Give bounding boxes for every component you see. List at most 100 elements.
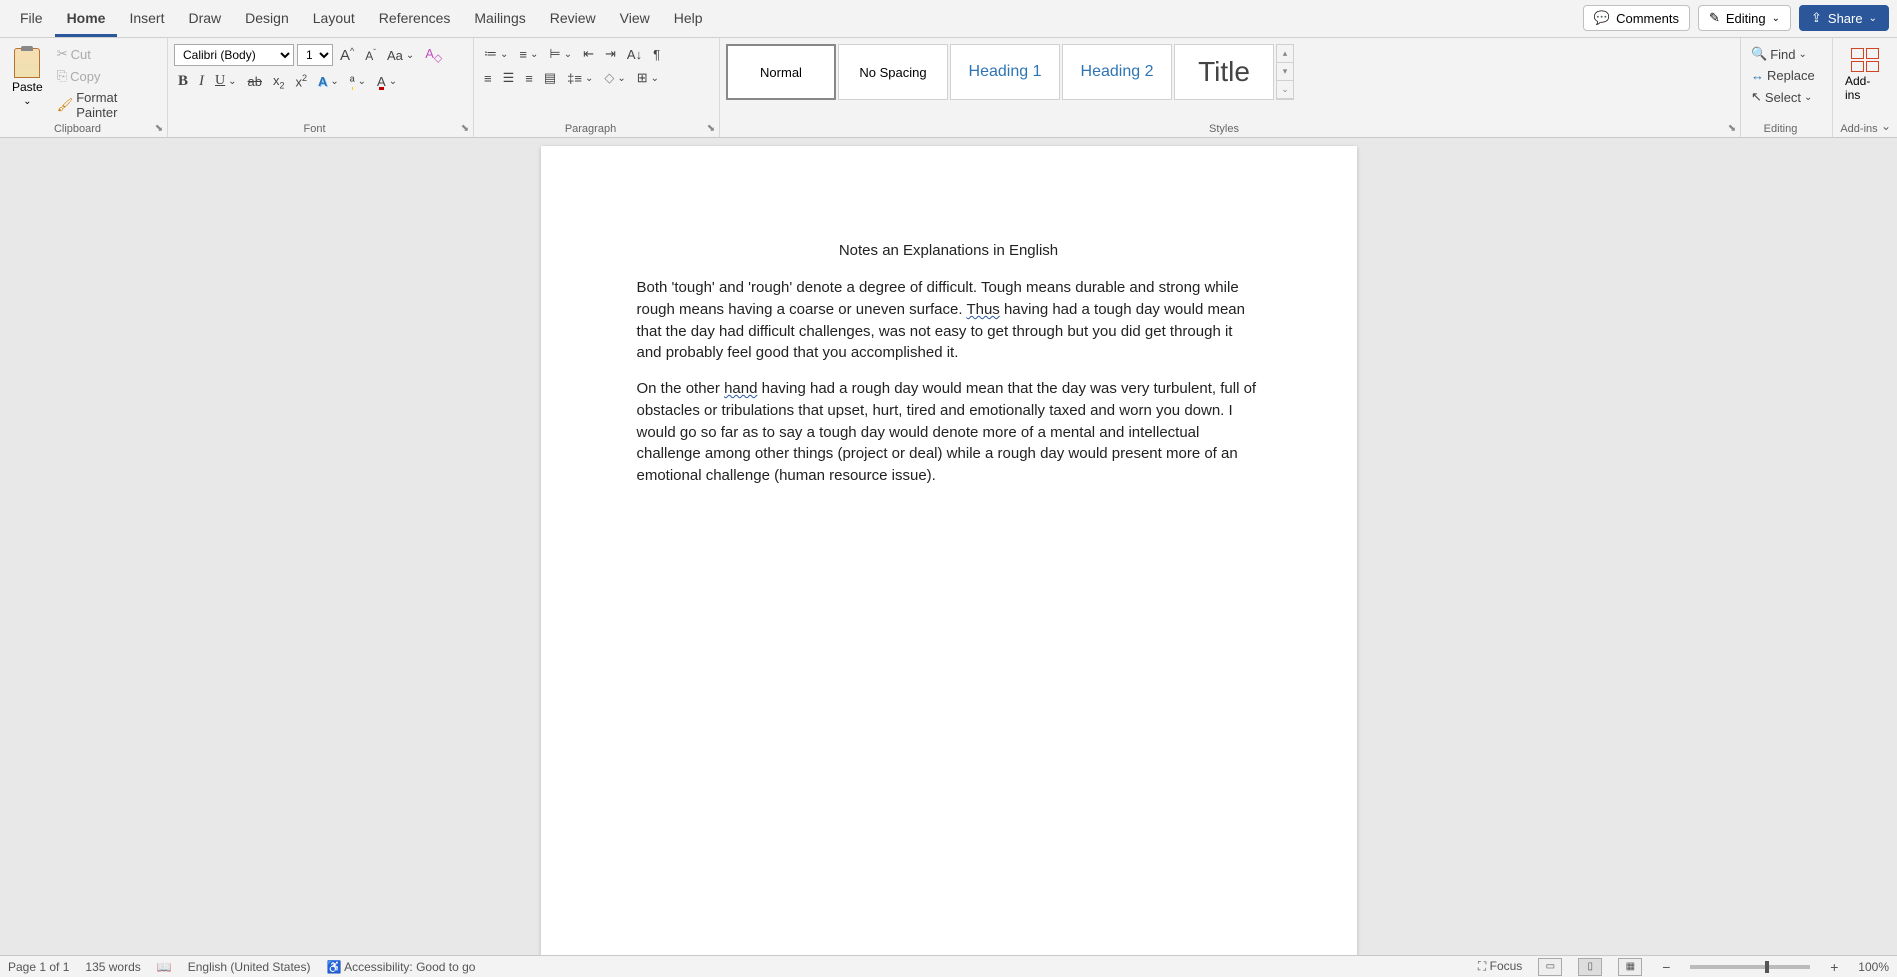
tab-references[interactable]: References <box>367 2 463 37</box>
styles-dialog-launcher[interactable]: ⬊ <box>1726 123 1738 135</box>
subscript-button[interactable]: x2 <box>269 71 289 93</box>
tab-home[interactable]: Home <box>55 2 118 37</box>
share-button[interactable]: ⇪ Share ⌄ <box>1799 5 1889 31</box>
numbering-button[interactable]: ≡ ⌄ <box>515 45 542 64</box>
tab-mailings[interactable]: Mailings <box>462 2 537 37</box>
clipboard-dialog-launcher[interactable]: ⬊ <box>153 123 165 135</box>
styles-expand[interactable]: ⌄ <box>1277 81 1293 99</box>
tab-view[interactable]: View <box>608 2 662 37</box>
replace-label: Replace <box>1767 68 1815 83</box>
italic-button[interactable]: I <box>195 71 208 92</box>
copy-button[interactable]: ⎘ Copy <box>53 66 161 86</box>
shrink-font-button[interactable]: Aˇ <box>361 46 380 65</box>
group-font: Calibri (Body) 11 A^ Aˇ Aa ⌄ A◇ B I U ⌄ … <box>168 38 474 137</box>
zoom-level[interactable]: 100% <box>1858 960 1889 974</box>
style-normal[interactable]: Normal <box>726 44 836 100</box>
paragraph-2[interactable]: On the other hand having had a rough day… <box>637 378 1261 487</box>
paragraph-1[interactable]: Both 'tough' and 'rough' denote a degree… <box>637 277 1261 364</box>
paragraph-group-label: Paragraph <box>474 123 707 135</box>
tab-review[interactable]: Review <box>538 2 608 37</box>
collapse-ribbon-button[interactable]: ⌄ <box>1881 119 1891 133</box>
addins-button[interactable]: Add-ins <box>1839 44 1891 106</box>
find-button[interactable]: 🔍 Find ⌄ <box>1747 44 1819 64</box>
view-read-mode[interactable]: ▭ <box>1538 958 1562 976</box>
editing-group-label: Editing <box>1741 123 1820 135</box>
grammar-flag-thus[interactable]: Thus <box>966 301 999 318</box>
shading-button[interactable]: ◇ ⌄ <box>600 68 629 88</box>
comments-button[interactable]: 💬 Comments <box>1583 5 1690 31</box>
status-accessibility[interactable]: ♿ Accessibility: Good to go <box>326 960 475 974</box>
editing-label: Editing <box>1726 11 1766 26</box>
highlight-button[interactable]: ª ⌄ <box>346 72 370 91</box>
underline-button[interactable]: U ⌄ <box>211 71 241 91</box>
zoom-slider[interactable] <box>1690 965 1810 969</box>
group-paragraph: ≔ ⌄ ≡ ⌄ ⊨ ⌄ ⇤ ⇥ A↓ ¶ ≡ ☰ ≡ ▤ ‡≡ ⌄ ◇ ⌄ ⊞ … <box>474 38 720 137</box>
paste-button[interactable]: Paste ⌄ <box>6 44 49 111</box>
font-name-combo[interactable]: Calibri (Body) <box>174 44 294 66</box>
style-heading2[interactable]: Heading 2 <box>1062 44 1172 100</box>
font-color-button[interactable]: A ⌄ <box>373 72 401 91</box>
borders-button[interactable]: ⊞ ⌄ <box>633 68 663 88</box>
tab-file[interactable]: File <box>8 2 55 37</box>
grammar-flag-hand[interactable]: hand <box>724 380 757 397</box>
clear-formatting-button[interactable]: A◇ <box>421 44 446 67</box>
increase-indent-button[interactable]: ⇥ <box>601 44 620 64</box>
page[interactable]: Notes an Explanations in English Both 't… <box>541 146 1357 955</box>
ribbon: Paste ⌄ ✂ Cut ⎘ Copy 🖌 Format Painter Cl… <box>0 38 1897 138</box>
status-spellcheck-icon[interactable]: 📖 <box>157 960 172 974</box>
text-effects-button[interactable]: A ⌄ <box>314 72 343 91</box>
styles-scroll-down[interactable]: ▾ <box>1277 63 1293 81</box>
bold-button[interactable]: B <box>174 71 192 92</box>
font-dialog-launcher[interactable]: ⬊ <box>459 123 471 135</box>
style-title[interactable]: Title <box>1174 44 1274 100</box>
style-no-spacing[interactable]: No Spacing <box>838 44 948 100</box>
superscript-button[interactable]: x2 <box>292 71 312 91</box>
document-title[interactable]: Notes an Explanations in English <box>637 242 1261 259</box>
bullets-button[interactable]: ≔ ⌄ <box>480 44 512 64</box>
grow-font-button[interactable]: A^ <box>336 44 358 66</box>
tab-insert[interactable]: Insert <box>117 2 176 37</box>
font-size-combo[interactable]: 11 <box>297 44 333 66</box>
status-words[interactable]: 135 words <box>85 960 140 974</box>
tab-design[interactable]: Design <box>233 2 301 37</box>
zoom-out-button[interactable]: − <box>1658 959 1674 975</box>
tab-help[interactable]: Help <box>662 2 715 37</box>
zoom-thumb[interactable] <box>1765 961 1769 973</box>
tab-draw[interactable]: Draw <box>176 2 233 37</box>
style-heading1[interactable]: Heading 1 <box>950 44 1060 100</box>
status-page[interactable]: Page 1 of 1 <box>8 960 69 974</box>
cut-button[interactable]: ✂ Cut <box>53 44 161 64</box>
styles-scroll-up[interactable]: ▴ <box>1277 45 1293 63</box>
tab-layout[interactable]: Layout <box>301 2 367 37</box>
align-left-button[interactable]: ≡ <box>480 69 496 88</box>
show-hide-marks-button[interactable]: ¶ <box>649 45 664 64</box>
paragraph-dialog-launcher[interactable]: ⬊ <box>705 123 717 135</box>
document-area[interactable]: Notes an Explanations in English Both 't… <box>0 138 1897 955</box>
line-spacing-button[interactable]: ‡≡ ⌄ <box>563 69 597 88</box>
multilevel-list-button[interactable]: ⊨ ⌄ <box>545 44 576 64</box>
format-painter-button[interactable]: 🖌 Format Painter <box>53 88 161 122</box>
decrease-indent-button[interactable]: ⇤ <box>579 44 598 64</box>
change-case-button[interactable]: Aa ⌄ <box>383 46 418 65</box>
status-language[interactable]: English (United States) <box>188 960 311 974</box>
align-right-button[interactable]: ≡ <box>521 69 537 88</box>
focus-mode-button[interactable]: ⛶ Focus <box>1478 959 1522 974</box>
select-button[interactable]: ↖ Select ⌄ <box>1747 87 1819 107</box>
share-icon: ⇪ <box>1811 10 1822 26</box>
sort-button[interactable]: A↓ <box>623 45 646 64</box>
align-center-button[interactable]: ☰ <box>499 68 519 88</box>
editing-mode-button[interactable]: ✎ Editing ⌄ <box>1698 5 1791 31</box>
styles-gallery: Normal No Spacing Heading 1 Heading 2 Ti… <box>726 44 1734 108</box>
addins-icon <box>1851 48 1879 72</box>
strikethrough-button[interactable]: ab <box>244 72 266 91</box>
view-web-layout[interactable]: ▦ <box>1618 958 1642 976</box>
replace-button[interactable]: ↔ Replace <box>1747 66 1819 85</box>
view-print-layout[interactable]: ▯ <box>1578 958 1602 976</box>
copy-icon: ⎘ <box>57 68 67 84</box>
chevron-down-icon: ⌄ <box>23 96 31 107</box>
zoom-in-button[interactable]: + <box>1826 959 1842 975</box>
chevron-down-icon: ⌄ <box>1869 13 1877 24</box>
cursor-icon: ↖ <box>1751 89 1762 105</box>
justify-button[interactable]: ▤ <box>540 68 560 88</box>
replace-icon: ↔ <box>1751 68 1764 83</box>
